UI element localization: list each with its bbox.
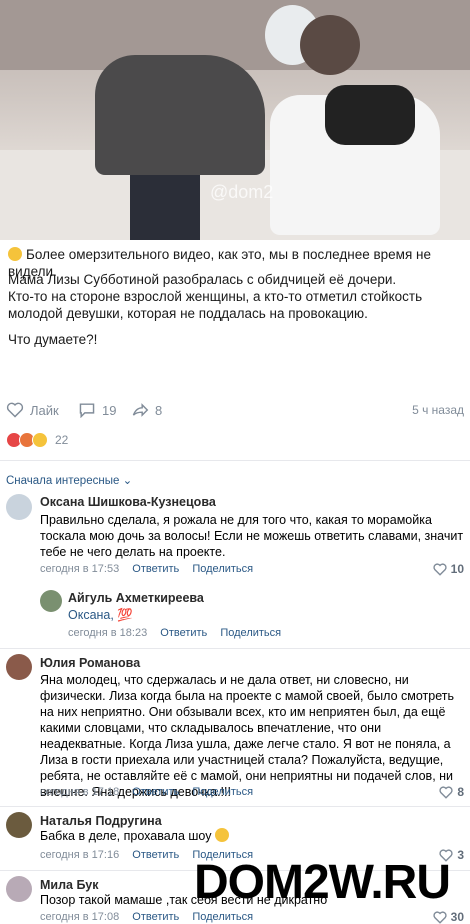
- comment-text-content: Бабка в деле, прохавала шоу: [40, 829, 212, 843]
- like-label: Лайк: [30, 402, 59, 418]
- heart-icon: [433, 562, 447, 576]
- comment-like-button[interactable]: 8: [439, 785, 464, 799]
- video-figure-left: [95, 55, 265, 175]
- reply-button[interactable]: Ответить: [160, 627, 207, 639]
- post-para1: Мама Лизы Субботиной разобралась с обидч…: [8, 272, 397, 287]
- post-actions: Лайк 19 8 5 ч назад: [6, 400, 464, 420]
- video-head-right: [300, 15, 360, 75]
- shares-count: 8: [155, 402, 163, 418]
- hundred-emoji-icon: 💯: [117, 608, 133, 622]
- comment-author[interactable]: Айгуль Ахметкиреева: [68, 591, 204, 605]
- post-para2: Кто-то на стороне взрослой женщины, а кт…: [8, 289, 423, 321]
- site-watermark: DOM2W.RU: [194, 856, 451, 909]
- avatar[interactable]: [6, 654, 32, 680]
- heart-icon: [439, 785, 453, 799]
- comment-text: Правильно сделала, я рожала не для того …: [40, 513, 464, 559]
- comment-author[interactable]: Мила Бук: [40, 878, 99, 892]
- sort-label: Сначала интересные: [6, 475, 120, 487]
- comment-like-count: 30: [450, 910, 464, 924]
- share-comment-button[interactable]: Поделиться: [220, 627, 281, 639]
- comment-author[interactable]: Наталья Подругина: [40, 814, 162, 828]
- comment-text: Яна молодец, что сдержалась и не дала от…: [40, 673, 454, 799]
- comment-like-count: 10: [450, 562, 464, 576]
- divider: [0, 806, 470, 807]
- video-watermark: @dom2: [210, 182, 274, 202]
- comment-date: сегодня в 17:16: [40, 849, 120, 861]
- heart-icon: [6, 402, 24, 418]
- video-figure-top: [325, 85, 415, 145]
- share-comment-button[interactable]: Поделиться: [192, 786, 253, 798]
- comment-text: Оксана, 💯: [68, 607, 133, 623]
- share-button[interactable]: 8: [131, 402, 162, 418]
- post-question: Что думаете?!: [8, 332, 98, 347]
- comment-like-count: 8: [457, 785, 464, 799]
- avatar[interactable]: [6, 876, 32, 902]
- reply-button[interactable]: Ответить: [132, 911, 179, 923]
- comment-date: сегодня в 17:53: [40, 563, 120, 575]
- reply-button[interactable]: Ответить: [132, 849, 179, 861]
- laugh-reaction-icon: [32, 432, 48, 448]
- comment-date: сегодня в 17:18: [40, 786, 120, 798]
- reactions-summary[interactable]: 22: [6, 432, 68, 448]
- avatar[interactable]: [40, 590, 62, 612]
- divider: [0, 648, 470, 649]
- reply-button[interactable]: Ответить: [132, 786, 179, 798]
- post-video[interactable]: @dom2: [0, 0, 470, 240]
- avatar[interactable]: [6, 494, 32, 520]
- chevron-down-icon: ⌄: [122, 475, 133, 487]
- comment-meta: сегодня в 17:18 Ответить Поделиться: [40, 786, 263, 798]
- sort-dropdown[interactable]: Сначала интересные ⌄: [6, 473, 132, 487]
- divider: [0, 460, 470, 461]
- reactions-count: 22: [55, 433, 69, 447]
- comments-button[interactable]: 19: [78, 402, 116, 418]
- mention-link[interactable]: Оксана,: [68, 608, 114, 622]
- post-time: 5 ч назад: [412, 403, 464, 417]
- comment-meta: сегодня в 18:23 Ответить Поделиться: [68, 627, 291, 639]
- comments-count: 19: [102, 402, 117, 418]
- comment-like-count: 3: [457, 848, 464, 862]
- comment-date: сегодня в 17:08: [40, 911, 120, 923]
- comment-like-button[interactable]: 10: [433, 562, 464, 576]
- video-background: [0, 0, 470, 70]
- like-button[interactable]: Лайк: [6, 402, 59, 418]
- comment-text: Бабка в деле, прохавала шоу: [40, 828, 233, 844]
- comment-meta: сегодня в 17:53 Ответить Поделиться: [40, 563, 263, 575]
- share-comment-button[interactable]: Поделиться: [192, 563, 253, 575]
- avatar[interactable]: [6, 812, 32, 838]
- comment-date: сегодня в 18:23: [68, 627, 148, 639]
- laughing-emoji-icon: [214, 828, 229, 842]
- share-icon: [132, 403, 149, 417]
- comment-icon: [79, 403, 95, 418]
- comment-author[interactable]: Юлия Романова: [40, 656, 140, 670]
- reply-button[interactable]: Ответить: [132, 563, 179, 575]
- comment-author[interactable]: Оксана Шишкова-Кузнецова: [40, 495, 216, 509]
- smile-emoji-icon: [8, 247, 22, 261]
